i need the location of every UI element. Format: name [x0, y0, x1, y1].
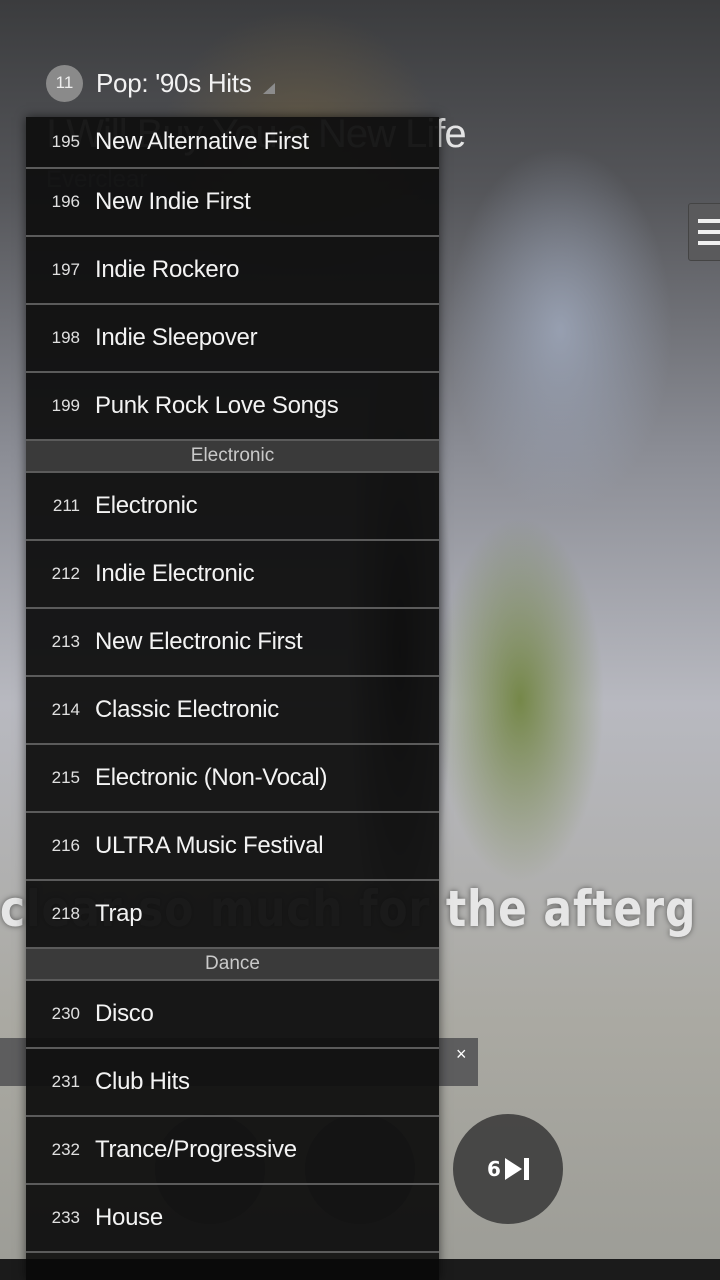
- channel-dropdown-list[interactable]: 195 New Alternative First 196 New Indie Fir…: [26, 117, 439, 1280]
- channel-name: Indie Sleepover: [95, 324, 258, 351]
- channel-name: House: [95, 1204, 163, 1231]
- channel-number: 196: [51, 192, 80, 211]
- channel-name: Punk Rock Love Songs: [95, 392, 339, 419]
- channel-name: Club Hits: [95, 1068, 190, 1095]
- dropdown-caret-icon: [263, 82, 276, 94]
- channel-number: 195: [51, 132, 80, 151]
- hamburger-menu-button[interactable]: [688, 203, 720, 261]
- channel-list-item[interactable]: 195 New Alternative First: [26, 117, 439, 169]
- skip-button[interactable]: 6: [453, 1114, 563, 1224]
- channel-number: 199: [51, 396, 80, 415]
- channel-name: Trance/Progressive: [95, 1136, 297, 1163]
- channel-list-item[interactable]: 211 Electronic: [26, 473, 439, 541]
- channel-list-item[interactable]: 214 Classic Electronic: [26, 677, 439, 745]
- station-selector[interactable]: 11 Pop: '90s Hits: [46, 64, 276, 102]
- channel-name: Classic Electronic: [95, 696, 279, 723]
- channel-list-item[interactable]: 197 Indie Rockero: [26, 237, 439, 305]
- channel-list-item[interactable]: 230 Disco: [26, 981, 439, 1049]
- channel-list-item[interactable]: 233 House: [26, 1185, 439, 1253]
- channel-list-item[interactable]: 198 Indie Sleepover: [26, 305, 439, 373]
- channel-list-item[interactable]: 218 Trap: [26, 881, 439, 949]
- channel-number: 215: [51, 768, 80, 787]
- channel-name: New Alternative First: [95, 128, 309, 155]
- channel-number: 197: [51, 260, 80, 279]
- channel-name: Indie Rockero: [95, 256, 240, 283]
- close-icon[interactable]: ×: [456, 1044, 467, 1065]
- skip-next-icon: [504, 1158, 529, 1180]
- hamburger-line: [698, 241, 720, 245]
- channel-number: 212: [51, 564, 80, 583]
- channel-name: New Indie First: [95, 188, 251, 215]
- channel-list-item[interactable]: 196 New Indie First: [26, 169, 439, 237]
- channel-number: 214: [51, 700, 80, 719]
- channel-list-item[interactable]: 216 ULTRA Music Festival: [26, 813, 439, 881]
- channel-number: 233: [51, 1208, 80, 1227]
- channel-list-item[interactable]: 213 New Electronic First: [26, 609, 439, 677]
- channel-number: 213: [51, 632, 80, 651]
- channel-name: Electronic (Non-Vocal): [95, 764, 328, 791]
- channel-name: Indie Electronic: [95, 560, 255, 587]
- channel-list-item[interactable]: 212 Indie Electronic: [26, 541, 439, 609]
- channel-number-badge: 11: [46, 64, 83, 102]
- channel-number: 218: [51, 904, 80, 923]
- channel-name: Trap: [95, 900, 143, 927]
- channel-name: Disco: [95, 1000, 154, 1027]
- channel-number: 231: [51, 1072, 80, 1091]
- section-header: Electronic: [26, 441, 439, 473]
- channel-list-item[interactable]: 232 Trance/Progressive: [26, 1117, 439, 1185]
- channel-name: New Electronic First: [95, 628, 303, 655]
- channel-number: 232: [51, 1140, 80, 1159]
- channel-list-item[interactable]: 215 Electronic (Non-Vocal): [26, 745, 439, 813]
- channel-name: ULTRA Music Festival: [95, 832, 324, 859]
- channel-number: 216: [51, 836, 80, 855]
- channel-number: 211: [52, 496, 80, 515]
- hamburger-menu-icon: [698, 219, 720, 223]
- channel-number: 198: [51, 328, 80, 347]
- hamburger-line: [698, 230, 720, 234]
- channel-number: 230: [51, 1004, 80, 1023]
- skips-remaining: 6: [487, 1157, 501, 1181]
- channel-name: Electronic: [95, 492, 198, 519]
- section-header: Dance: [26, 949, 439, 981]
- station-name: Pop: '90s Hits: [96, 67, 252, 98]
- channel-list-item[interactable]: 199 Punk Rock Love Songs: [26, 373, 439, 441]
- channel-list-item[interactable]: 231 Club Hits: [26, 1049, 439, 1117]
